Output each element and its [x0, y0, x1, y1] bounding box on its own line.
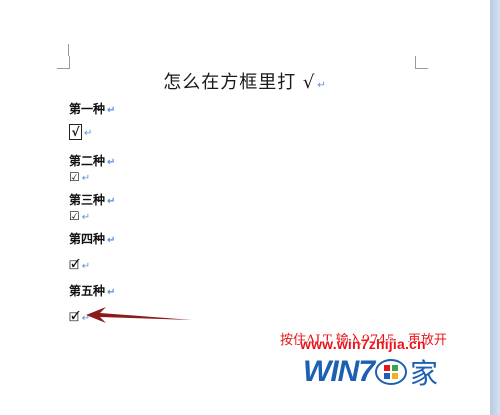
- paragraph-mark: ↵: [107, 196, 116, 207]
- section-symbol-2: ☑ ↵: [69, 170, 90, 184]
- section-label-2: 第二种 ↵: [69, 152, 115, 169]
- paragraph-mark: ↵: [81, 261, 91, 272]
- windows-flag-icon: [375, 359, 407, 385]
- ballot-check-symbol: 🗹: [69, 258, 80, 272]
- paragraph-mark: ↵: [81, 173, 91, 184]
- pointer-arrow-icon: [86, 307, 192, 323]
- checked-box-symbol: ☑: [69, 209, 80, 223]
- watermark-logo-text: WIN7: [303, 355, 375, 388]
- section-symbol-1: √ ↵: [69, 124, 92, 140]
- section-label-text: 第五种: [69, 284, 106, 298]
- workspace-background: [490, 0, 500, 415]
- boxed-check-symbol: √: [69, 124, 82, 140]
- watermark-url: www.win7zhijia.cn: [300, 336, 426, 352]
- section-label-3: 第三种 ↵: [69, 191, 115, 208]
- section-label-4: 第四种 ↵: [69, 230, 115, 247]
- watermark-logo: WIN7 家: [303, 352, 438, 392]
- section-label-5: 第五种 ↵: [69, 282, 115, 299]
- paragraph-mark: ↵: [84, 127, 93, 139]
- paragraph-mark: ↵: [107, 105, 116, 116]
- section-label-1: 第一种 ↵: [69, 100, 115, 117]
- section-label-text: 第四种: [69, 232, 106, 246]
- section-label-text: 第一种: [69, 102, 106, 116]
- watermark-logo-suffix: 家: [410, 357, 439, 390]
- section-symbol-3: ☑ ↵: [69, 209, 90, 223]
- paragraph-mark: ↵: [107, 235, 116, 246]
- ballot-check-symbol: 🗹: [69, 310, 80, 324]
- section-symbol-4: 🗹 ↵: [69, 256, 90, 277]
- paragraph-mark: ↵: [107, 287, 116, 298]
- paragraph-mark: ↵: [317, 80, 327, 91]
- section-label-text: 第三种: [69, 193, 106, 207]
- title-text: 怎么在方框里打 √: [163, 72, 316, 93]
- paragraph-mark: ↵: [81, 212, 91, 223]
- document-title: 怎么在方框里打 √ ↵: [0, 68, 490, 94]
- document-page[interactable]: 怎么在方框里打 √ ↵ 第一种 ↵ √ ↵ 第二种 ↵ ☑ ↵ 第三种 ↵ ☑ ↵ 第四种 ↵ …: [0, 0, 490, 415]
- section-label-text: 第二种: [69, 154, 106, 168]
- checked-box-symbol: ☑: [69, 170, 80, 184]
- paragraph-mark: ↵: [107, 157, 116, 168]
